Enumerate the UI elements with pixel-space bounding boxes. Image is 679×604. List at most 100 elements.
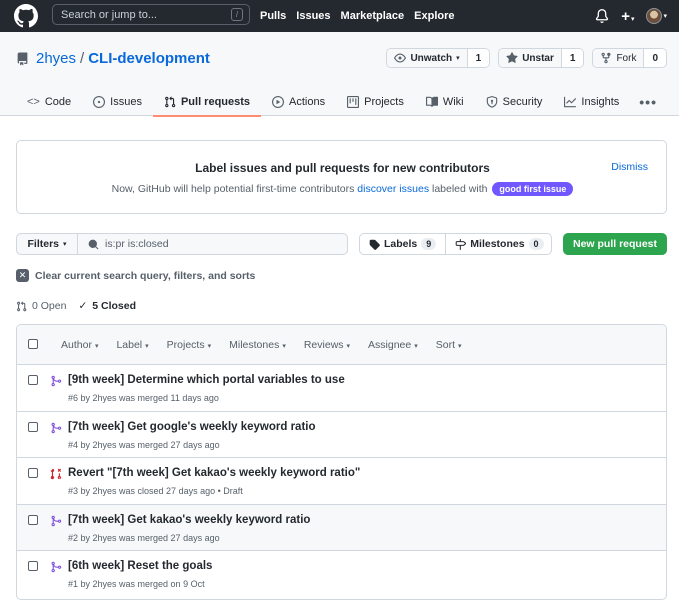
chevron-down-icon: ▾ (630, 15, 635, 23)
list-item: Revert "[7th week] Get kakao's weekly ke… (17, 458, 666, 505)
star-button-group: Unstar 1 (498, 48, 585, 68)
merged-icon (51, 515, 62, 526)
pr-title-link[interactable]: [9th week] Determine which portal variab… (68, 374, 345, 386)
book-icon (425, 96, 438, 107)
chevron-down-icon: ▾ (346, 343, 351, 350)
chevron-down-icon: ▾ (94, 343, 99, 350)
open-prs-link[interactable]: 0 Open (16, 300, 66, 312)
tab-issues[interactable]: Issues (82, 87, 153, 116)
star-icon (506, 52, 518, 63)
repo-header: 2hyes / CLI-development Unwatch ▾ 1 Unst… (0, 32, 679, 117)
good-first-issue-banner: Label issues and pull requests for new c… (16, 140, 667, 214)
fork-label: Fork (616, 52, 637, 64)
milestones-filter-label: Milestones (229, 339, 280, 351)
reviews-filter[interactable]: Reviews ▾ (304, 339, 350, 351)
filter-query: is:pr is:closed (105, 238, 169, 250)
closed-count: 5 Closed (92, 300, 137, 312)
closed-prs-link[interactable]: ✓ 5 Closed (78, 300, 136, 312)
repo-owner-link[interactable]: 2hyes (36, 50, 76, 67)
issue-icon (93, 95, 106, 108)
clear-filters-link[interactable]: ✕ Clear current search query, filters, a… (16, 269, 255, 282)
shield-icon (486, 95, 497, 108)
watchers-count[interactable]: 1 (466, 49, 490, 67)
fork-button[interactable]: Fork (593, 49, 644, 67)
list-item: [7th week] Get kakao's weekly keyword ra… (17, 504, 666, 551)
assignee-filter[interactable]: Assignee ▾ (368, 339, 418, 351)
pull-request-icon (17, 300, 27, 311)
search-input[interactable]: Search or jump to... / (52, 4, 250, 25)
tab-wiki[interactable]: Wiki (415, 87, 475, 116)
play-icon (272, 95, 285, 108)
more-tabs-icon[interactable]: ••• (639, 94, 657, 110)
nav-marketplace[interactable]: Marketplace (341, 10, 405, 22)
nav-pulls[interactable]: Pulls (260, 10, 286, 22)
milestones-count: 0 (528, 238, 544, 250)
sort-filter[interactable]: Sort ▾ (436, 339, 462, 351)
open-count: 0 Open (32, 300, 67, 312)
select-all-checkbox[interactable] (28, 339, 38, 349)
clear-filters-label: Clear current search query, filters, and… (35, 269, 256, 282)
unstar-button[interactable]: Unstar (499, 49, 561, 67)
unwatch-label: Unwatch (410, 52, 453, 64)
good-first-issue-label[interactable]: good first issue (492, 182, 574, 196)
chevron-down-icon: ▾ (414, 343, 418, 350)
tab-pull-requests[interactable]: Pull requests (152, 87, 262, 117)
row-checkbox[interactable] (28, 514, 38, 525)
unwatch-button[interactable]: Unwatch ▾ (387, 49, 467, 67)
list-item: [6th week] Reset the goals #1 by 2hyes w… (17, 551, 666, 598)
close-icon: ✕ (16, 269, 29, 282)
tag-icon (369, 239, 380, 250)
list-filters: Author ▾ Label ▾ Projects ▾ Milestones ▾ Rev… (61, 325, 462, 365)
milestones-filter[interactable]: Milestones ▾ (229, 339, 286, 351)
row-checkbox[interactable] (28, 421, 38, 432)
pr-meta: #2 by 2hyes was merged 27 days ago (68, 532, 220, 543)
stargazers-count[interactable]: 1 (560, 49, 584, 67)
tab-insights[interactable]: Insights (553, 87, 630, 116)
projects-filter[interactable]: Projects ▾ (167, 339, 211, 351)
tab-projects[interactable]: Projects (336, 87, 415, 116)
pr-title-link[interactable]: [6th week] Reset the goals (68, 560, 212, 572)
bell-icon[interactable] (595, 9, 609, 23)
new-pull-request-button[interactable]: New pull request (563, 233, 667, 255)
milestones-label: Milestones (470, 238, 525, 250)
filters-dropdown[interactable]: Filters ▾ (16, 233, 78, 255)
chevron-down-icon: ▾ (663, 13, 667, 20)
nav-issues[interactable]: Issues (296, 10, 330, 22)
pr-title-link[interactable]: Revert "[7th week] Get kakao's weekly ke… (68, 467, 360, 479)
tab-security[interactable]: Security (475, 87, 554, 116)
dismiss-button[interactable]: Dismiss (611, 161, 648, 173)
user-menu[interactable]: ▾ (646, 8, 667, 24)
nav-explore[interactable]: Explore (414, 10, 454, 22)
author-filter-label: Author (61, 339, 92, 351)
chevron-down-icon: ▾ (458, 343, 462, 350)
filter-search-input[interactable]: is:pr is:closed (78, 233, 348, 255)
list-item: [7th week] Get google's weekly keyword r… (17, 412, 666, 458)
pr-meta: #3 by 2hyes was closed 27 days ago • Dra… (68, 486, 243, 496)
label-filter[interactable]: Label ▾ (116, 339, 148, 351)
row-checkbox[interactable] (28, 561, 38, 571)
labels-button[interactable]: Labels 9 (360, 234, 445, 254)
tab-actions[interactable]: Actions (261, 87, 336, 116)
pr-title-link[interactable]: [7th week] Get kakao's weekly keyword ra… (68, 514, 310, 526)
pr-title-link[interactable]: [7th week] Get google's weekly keyword r… (68, 421, 316, 433)
forks-count[interactable]: 0 (643, 49, 666, 67)
author-filter[interactable]: Author ▾ (61, 339, 98, 351)
create-new-dropdown[interactable]: +▾ (621, 8, 634, 25)
row-checkbox[interactable] (28, 375, 38, 385)
labels-count: 9 (421, 238, 437, 250)
repo-actions: Unwatch ▾ 1 Unstar 1 Fork 0 (386, 48, 667, 68)
graph-icon (564, 96, 577, 107)
github-logo-icon[interactable] (14, 4, 38, 28)
list-header: Author ▾ Label ▾ Projects ▾ Milestones ▾ Rev… (17, 325, 666, 365)
row-checkbox[interactable] (28, 468, 38, 478)
avatar (646, 8, 663, 24)
filters-label: Filters (27, 238, 59, 250)
milestones-button[interactable]: Milestones 0 (445, 234, 552, 254)
code-icon: <> (27, 95, 40, 108)
tab-code[interactable]: <> Code (16, 87, 82, 116)
discover-issues-link[interactable]: discover issues (357, 183, 429, 195)
repo-name-link[interactable]: CLI-development (88, 50, 210, 67)
search-shortcut-key: / (231, 8, 243, 21)
labels-label: Labels (384, 238, 418, 250)
search-placeholder: Search or jump to... (61, 8, 157, 21)
